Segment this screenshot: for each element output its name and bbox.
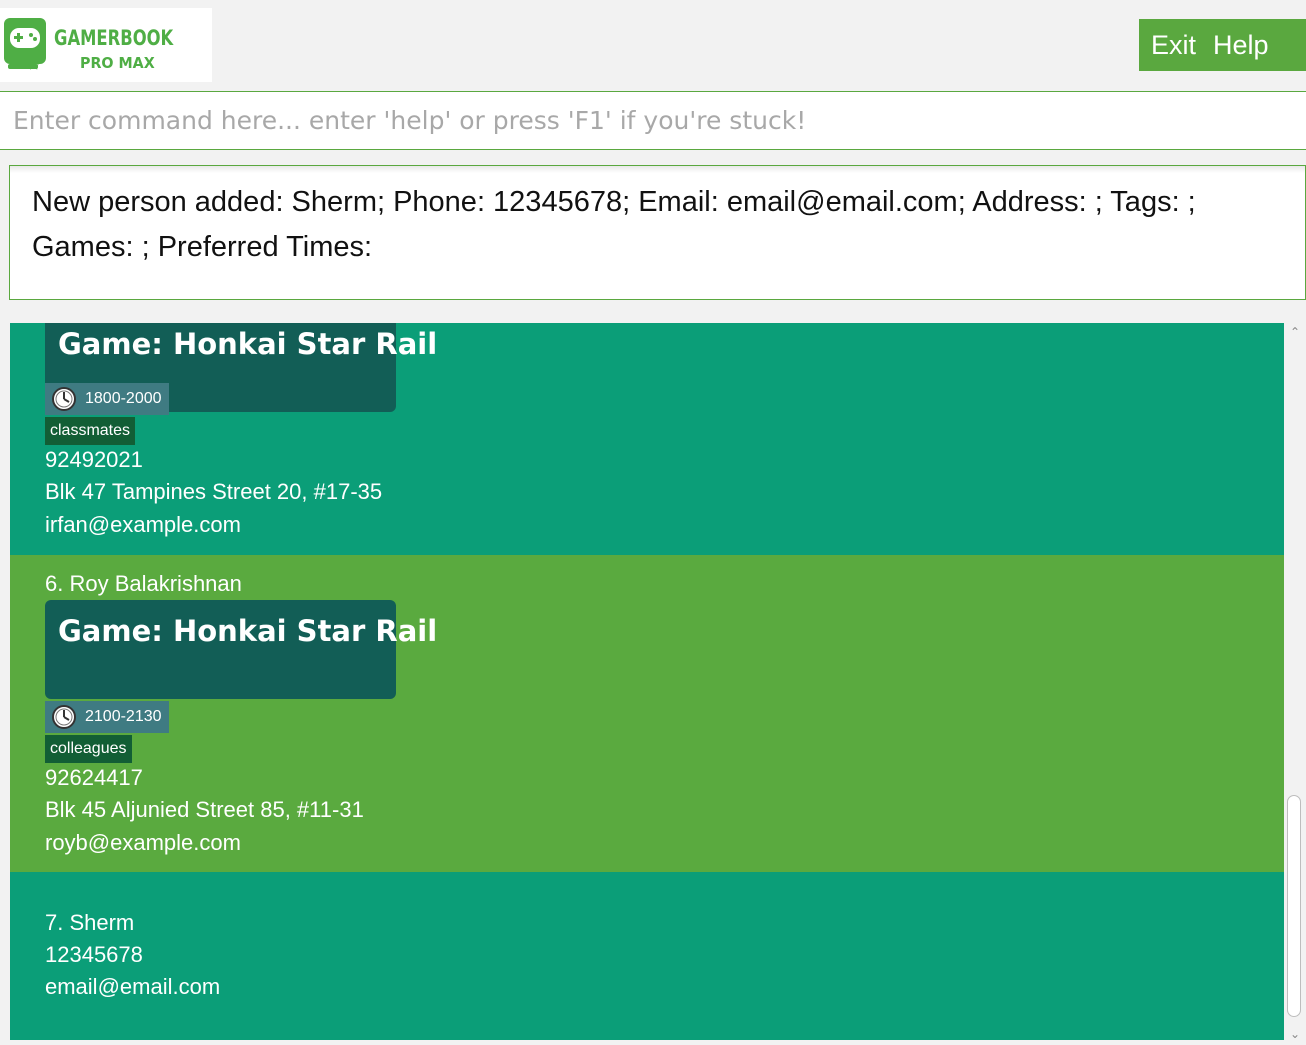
email-text: email@email.com (45, 974, 221, 999)
preferred-time-tag: 2100-2130 (45, 701, 169, 733)
email-text: irfan@example.com (45, 512, 241, 537)
tag-label: colleagues (45, 735, 132, 763)
exit-menu[interactable]: Exit (1139, 30, 1196, 61)
game-label: Game: Honkai Star Rail (58, 614, 438, 648)
person-name: 7. Sherm (45, 910, 135, 935)
help-menu[interactable]: Help (1213, 30, 1269, 61)
scroll-down-icon[interactable]: ⌄ (1288, 1027, 1302, 1041)
result-display: New person added: Sherm; Phone: 12345678… (9, 165, 1306, 300)
time-text: 1800-2000 (85, 390, 162, 407)
person-card[interactable]: 7. Sherm 12345678 email@email.com (10, 872, 1284, 1040)
preferred-time-tag: 1800-2000 (45, 383, 169, 415)
time-text: 2100-2130 (85, 708, 162, 725)
tag-label: classmates (45, 417, 136, 445)
address-text: Blk 47 Tampines Street 20, #17-35 (45, 479, 383, 504)
person-card[interactable]: Game: Honkai Star Rail 1800-2000 classma… (10, 323, 1284, 555)
clock-icon (52, 705, 76, 729)
phone-text: 92492021 (45, 447, 143, 472)
result-message: New person added: Sherm; Phone: 12345678… (32, 186, 1196, 263)
list-scrollbar[interactable]: ⌃ ⌄ (1284, 323, 1306, 1043)
command-input[interactable] (0, 92, 1306, 149)
phone-text: 12345678 (45, 942, 143, 967)
email-text: royb@example.com (45, 830, 241, 855)
person-name: 6. Roy Balakrishnan (45, 571, 242, 596)
logo-title: GAMERBOOK (54, 26, 174, 50)
result-shadow (10, 166, 1305, 173)
gamepad-book-icon (4, 18, 46, 70)
game-label: Game: Honkai Star Rail (58, 327, 438, 361)
clock-icon (52, 387, 76, 411)
menu-bar: Exit Help (1139, 19, 1306, 71)
person-list[interactable]: Game: Honkai Star Rail 1800-2000 classma… (10, 323, 1284, 1040)
scroll-up-icon[interactable]: ⌃ (1288, 325, 1302, 339)
app-logo: GAMERBOOK PRO MAX (0, 8, 212, 82)
game-box: Game: Honkai Star Rail (45, 600, 437, 699)
person-card[interactable]: 6. Roy Balakrishnan Game: Honkai Star Ra… (10, 555, 1284, 872)
address-text: Blk 45 Aljunied Street 85, #11-31 (45, 797, 364, 822)
command-box (0, 91, 1306, 150)
top-bar: GAMERBOOK PRO MAX Exit Help (0, 0, 1306, 84)
phone-text: 92624417 (45, 765, 143, 790)
logo-subtitle: PRO MAX (80, 54, 155, 72)
scroll-thumb[interactable] (1287, 795, 1301, 1017)
